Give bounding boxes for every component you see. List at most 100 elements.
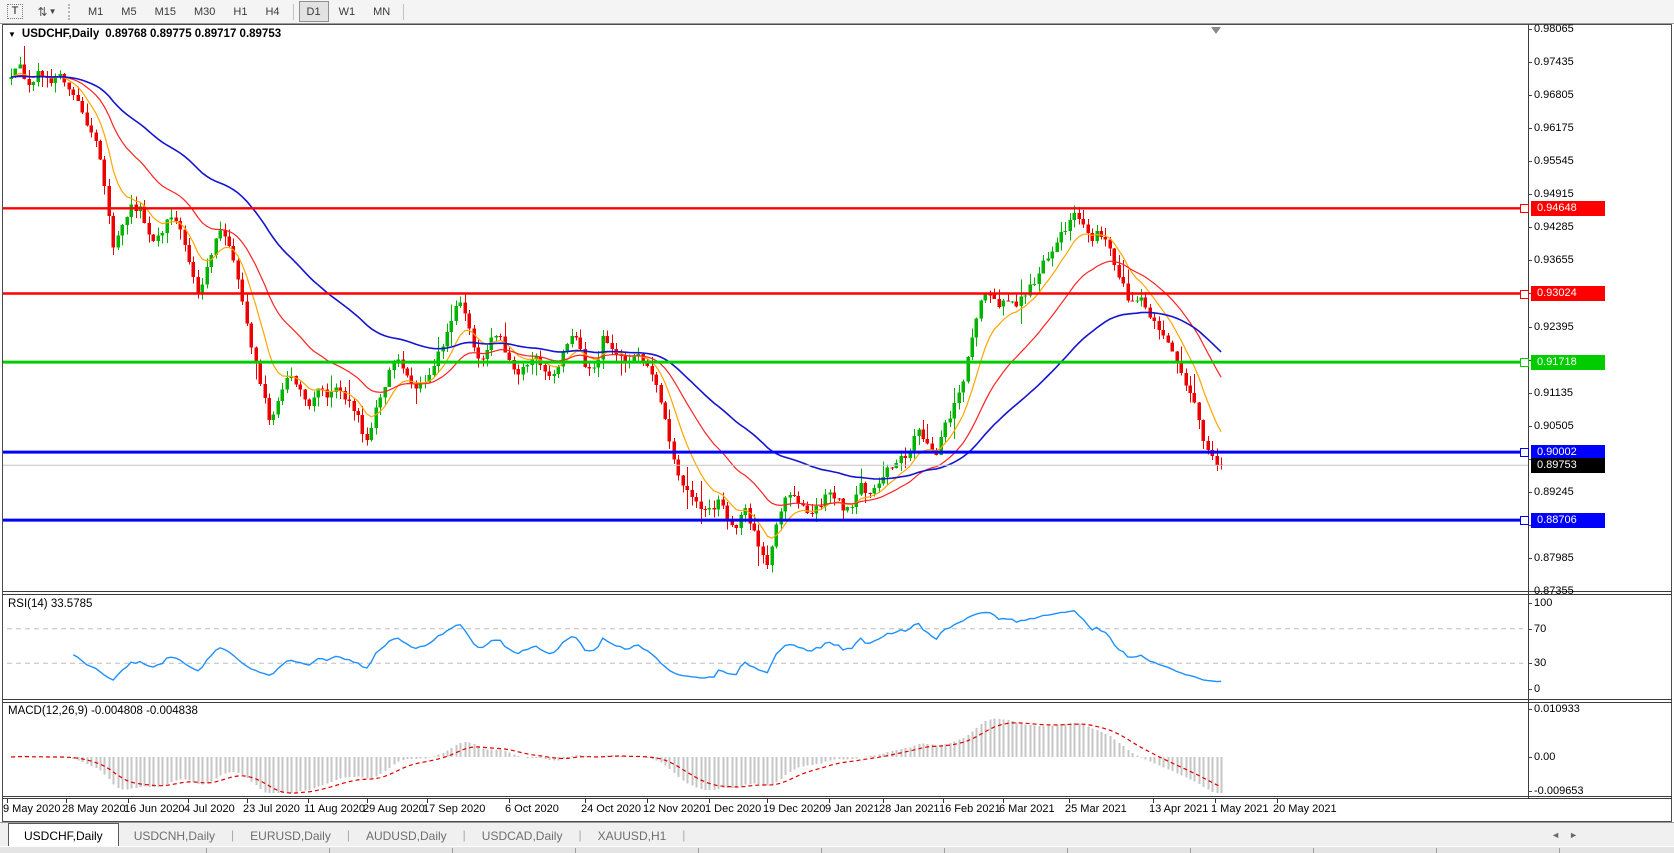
- candle-body: [467, 313, 471, 329]
- timeframe-button-h1[interactable]: H1: [225, 1, 255, 22]
- time-tick-mark: [883, 799, 884, 803]
- time-tick-mark: [1153, 799, 1154, 803]
- tab-scroll-left-icon[interactable]: ◄: [1551, 830, 1560, 840]
- candle-body: [872, 488, 876, 494]
- timeframe-button-m1[interactable]: M1: [80, 1, 111, 22]
- candle-body: [374, 407, 378, 428]
- candle-body: [948, 418, 952, 423]
- price-tick-mark: [1528, 558, 1532, 559]
- time-tick-mark: [427, 799, 428, 803]
- candle-body: [1206, 441, 1210, 451]
- candle-body: [881, 477, 885, 484]
- timeframe-button-d1[interactable]: D1: [298, 1, 329, 22]
- timeframe-button-m15[interactable]: M15: [147, 1, 184, 22]
- candle-body: [240, 279, 244, 302]
- candle-body: [556, 366, 560, 374]
- timeframe-button-m30[interactable]: M30: [186, 1, 223, 22]
- time-axis-label: 24 Oct 2020: [581, 803, 641, 815]
- level-line-anchor[interactable]: [1520, 448, 1529, 457]
- candle-body: [921, 429, 925, 440]
- candle-body: [76, 95, 80, 102]
- candle-body: [454, 306, 458, 322]
- ma-fast-line: [10, 72, 1222, 539]
- candle-body: [405, 368, 409, 376]
- candle-body: [285, 378, 289, 390]
- timeframe-button-mn[interactable]: MN: [365, 1, 398, 22]
- chart-tab-xauusd[interactable]: XAUUSD,H1: [583, 825, 682, 847]
- candle-body: [369, 427, 373, 440]
- candle-body: [1037, 273, 1041, 284]
- time-axis-label: 16 Jun 2020: [124, 803, 185, 815]
- candle-body: [245, 301, 249, 324]
- candle-body: [1019, 296, 1023, 307]
- candle-body: [1006, 300, 1010, 302]
- price-tick-mark: [1528, 260, 1532, 261]
- price-tick-label: 0.94285: [1528, 221, 1624, 234]
- candle-body: [258, 361, 262, 384]
- candle-body: [432, 365, 436, 376]
- candle-body: [472, 328, 476, 348]
- candle-body: [819, 505, 823, 507]
- candle-body: [792, 494, 796, 496]
- pane-splitter[interactable]: [2, 591, 1672, 592]
- chart-tab-audusd[interactable]: AUDUSD,Daily: [351, 825, 462, 847]
- chart-tab-eurusd[interactable]: EURUSD,Daily: [235, 825, 346, 847]
- chart-dropdown-icon[interactable]: ▼: [8, 30, 16, 39]
- level-line-anchor[interactable]: [1520, 290, 1529, 299]
- price-tick-mark: [1528, 128, 1532, 129]
- timeframe-button-h4[interactable]: H4: [257, 1, 287, 22]
- candle-body: [779, 511, 783, 525]
- level-line-anchor[interactable]: [1520, 358, 1529, 367]
- price-tick-label: 0.96805: [1528, 89, 1624, 102]
- candle-body: [796, 495, 800, 504]
- price-tick-label: 0.91135: [1528, 387, 1624, 400]
- candle-body: [347, 399, 351, 401]
- candle-body: [129, 204, 133, 217]
- chart-shift-marker-icon[interactable]: [1211, 27, 1221, 34]
- status-strip-separator: [329, 848, 330, 853]
- candle-body: [992, 294, 996, 299]
- price-tick-label: 0.98065: [1528, 23, 1624, 36]
- tab-separator: |: [682, 828, 686, 842]
- chart-tab-usdchf[interactable]: USDCHF,Daily: [8, 823, 119, 847]
- timeframe-button-m5[interactable]: M5: [113, 1, 144, 22]
- time-axis-border: [2, 798, 1672, 799]
- arrange-windows-button[interactable]: ⇅ ▼: [30, 3, 64, 21]
- timeframe-button-w1[interactable]: W1: [331, 1, 364, 22]
- text-tool-button[interactable]: T: [4, 3, 26, 21]
- candle-body: [868, 493, 872, 495]
- candle-body: [271, 414, 275, 420]
- candle-body: [667, 419, 671, 442]
- time-axis-label: 25 Mar 2021: [1065, 803, 1127, 815]
- candle-body: [765, 554, 769, 566]
- price-tick-mark: [1528, 426, 1532, 427]
- candle-body: [997, 299, 1001, 307]
- candle-body: [1063, 231, 1067, 233]
- pane-splitter[interactable]: [2, 699, 1672, 700]
- candle-body: [89, 125, 93, 133]
- candle-body: [392, 362, 396, 371]
- time-tick-mark: [585, 799, 586, 803]
- candle-body: [165, 219, 169, 233]
- main-chart-area[interactable]: [3, 25, 1528, 591]
- candle-body: [903, 455, 907, 458]
- candle-body: [436, 351, 440, 366]
- price-tick-label: 0.96175: [1528, 122, 1624, 135]
- candle-body: [770, 546, 774, 566]
- chart-tab-usdcnh[interactable]: USDCNH,Daily: [119, 825, 230, 847]
- candle-body: [516, 369, 520, 375]
- candle-body: [957, 392, 961, 403]
- macd-pane[interactable]: [3, 703, 1528, 796]
- time-tick-mark: [509, 799, 510, 803]
- chart-tab-usdcad[interactable]: USDCAD,Daily: [467, 825, 578, 847]
- rsi-pane[interactable]: [3, 595, 1528, 699]
- level-line-anchor[interactable]: [1520, 516, 1529, 525]
- rsi-tick-mark: [1528, 603, 1532, 604]
- candle-body: [654, 374, 658, 385]
- candle-body: [578, 337, 582, 350]
- candle-body: [1121, 277, 1125, 284]
- candle-body: [943, 422, 947, 437]
- level-line-anchor[interactable]: [1520, 204, 1529, 213]
- candle-body: [409, 375, 413, 384]
- tab-scroll-right-icon[interactable]: ►: [1569, 830, 1578, 840]
